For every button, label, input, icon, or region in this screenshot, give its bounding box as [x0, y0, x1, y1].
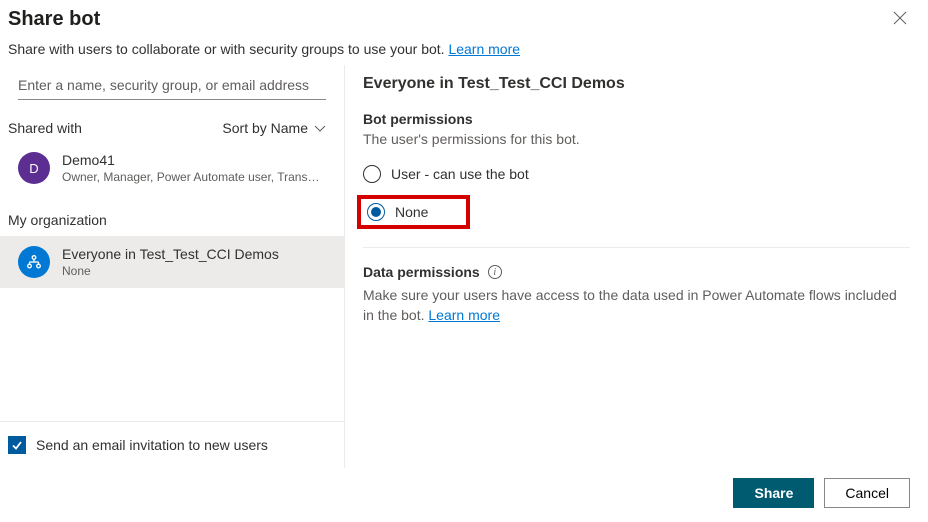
info-icon[interactable]: i — [488, 265, 502, 279]
search-input[interactable] — [18, 71, 326, 100]
dialog-title: Share bot — [8, 8, 100, 31]
learn-more-link[interactable]: Learn more — [448, 41, 520, 57]
data-permissions-title: Data permissions — [363, 264, 480, 280]
email-invite-row[interactable]: Send an email invitation to new users — [0, 421, 344, 468]
org-avatar — [18, 246, 50, 278]
org-label: My organization — [0, 194, 344, 236]
avatar: D — [18, 152, 50, 184]
right-panel: Everyone in Test_Test_CCI Demos Bot perm… — [345, 65, 928, 468]
org-item-name: Everyone in Test_Test_CCI Demos — [62, 246, 279, 262]
cancel-button[interactable]: Cancel — [824, 478, 910, 508]
sort-button[interactable]: Sort by Name — [222, 120, 326, 136]
radio-icon — [363, 165, 381, 183]
dialog-footer: Share Cancel — [0, 468, 928, 522]
user-row[interactable]: D Demo41 Owner, Manager, Power Automate … — [0, 142, 344, 194]
close-icon — [893, 11, 907, 25]
close-button[interactable] — [890, 8, 910, 28]
radio-user[interactable]: User - can use the bot — [363, 161, 910, 187]
share-bot-dialog: Share bot Share with users to collaborat… — [0, 0, 928, 522]
org-item[interactable]: Everyone in Test_Test_CCI Demos None — [0, 236, 344, 288]
user-name: Demo41 — [62, 152, 322, 168]
selected-entity-title: Everyone in Test_Test_CCI Demos — [363, 75, 910, 93]
org-icon — [26, 254, 42, 270]
bot-permissions-desc: The user's permissions for this bot. — [363, 131, 910, 147]
data-permissions-desc: Make sure your users have access to the … — [363, 286, 910, 325]
chevron-down-icon — [314, 124, 326, 132]
user-roles: Owner, Manager, Power Automate user, Tra… — [62, 170, 322, 184]
radio-none[interactable]: None — [367, 203, 428, 221]
checkmark-icon — [11, 439, 23, 451]
org-item-sub: None — [62, 264, 279, 278]
radio-icon-selected — [367, 203, 385, 221]
highlight-box: None — [357, 195, 470, 229]
email-invite-label: Send an email invitation to new users — [36, 437, 268, 453]
left-panel: Shared with Sort by Name D Demo41 Owner,… — [0, 65, 345, 468]
dialog-description: Share with users to collaborate or with … — [0, 31, 928, 65]
email-invite-checkbox[interactable] — [8, 436, 26, 454]
shared-with-label: Shared with — [8, 120, 82, 136]
divider — [363, 247, 910, 248]
share-button[interactable]: Share — [733, 478, 814, 508]
bot-permissions-title: Bot permissions — [363, 111, 910, 127]
data-learn-more-link[interactable]: Learn more — [428, 307, 500, 323]
